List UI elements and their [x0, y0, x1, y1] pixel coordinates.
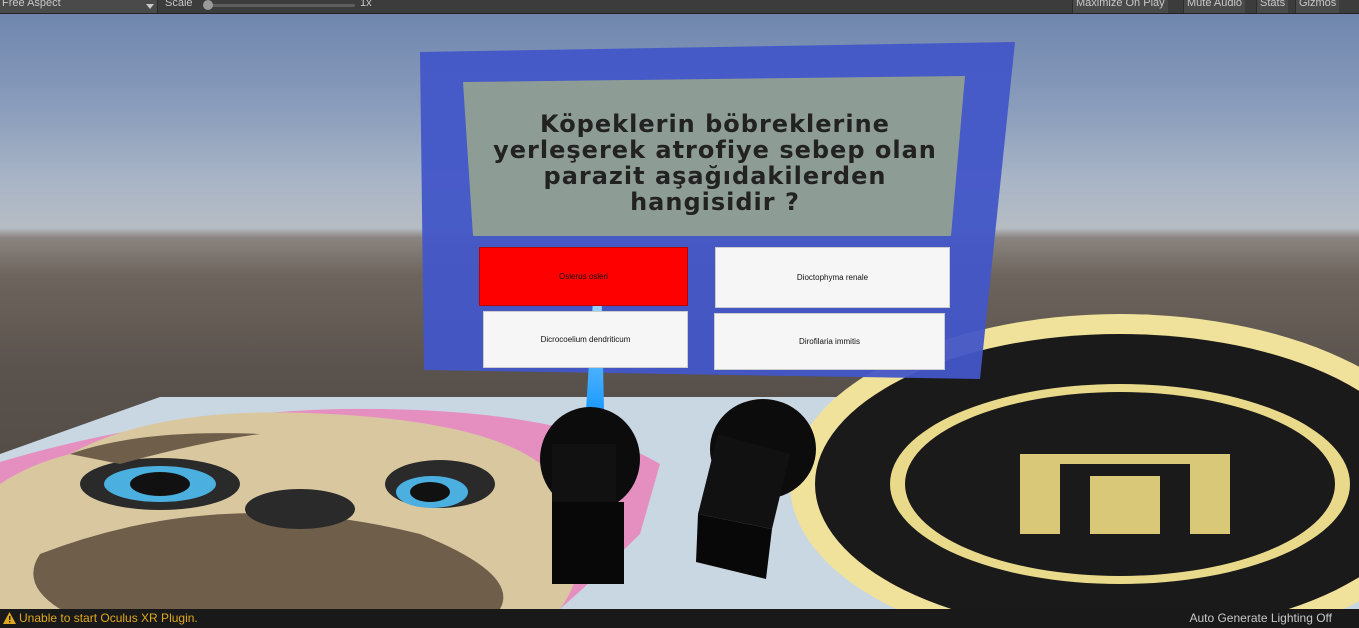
- gizmos-button[interactable]: Gizmos: [1295, 0, 1340, 13]
- scale-slider-track[interactable]: [207, 4, 355, 7]
- scale-slider-thumb[interactable]: [203, 0, 213, 10]
- stats-button[interactable]: Stats: [1256, 0, 1289, 13]
- scale-value: 1x: [360, 0, 372, 9]
- aspect-dropdown[interactable]: Free Aspect: [0, 0, 158, 13]
- lighting-status[interactable]: Auto Generate Lighting Off: [1189, 611, 1332, 625]
- status-message[interactable]: Unable to start Oculus XR Plugin.: [19, 611, 198, 625]
- answer-button-2[interactable]: Dicrocoelium dendriticum: [483, 311, 688, 368]
- game-view-toolbar: Free Aspect Scale 1x Maximize On Play Mu…: [0, 0, 1359, 14]
- aspect-label: Free Aspect: [2, 0, 61, 9]
- warning-icon: [3, 612, 16, 624]
- quiz-question: Köpeklerin böbreklerine yerleşerek atrof…: [493, 110, 937, 216]
- scale-label: Scale: [165, 0, 193, 9]
- status-bar: Unable to start Oculus XR Plugin. Auto G…: [0, 609, 1359, 628]
- mute-audio-button[interactable]: Mute Audio: [1183, 0, 1246, 13]
- answer-button-3[interactable]: Dirofilaria immitis: [714, 313, 945, 370]
- maximize-on-play-button[interactable]: Maximize On Play: [1072, 0, 1168, 13]
- answer-button-0[interactable]: Oslerus osleri: [479, 247, 688, 306]
- answer-button-1[interactable]: Dioctophyma renale: [715, 247, 950, 308]
- chevron-down-icon: [146, 4, 154, 9]
- game-viewport[interactable]: Köpeklerin böbreklerine yerleşerek atrof…: [0, 14, 1359, 609]
